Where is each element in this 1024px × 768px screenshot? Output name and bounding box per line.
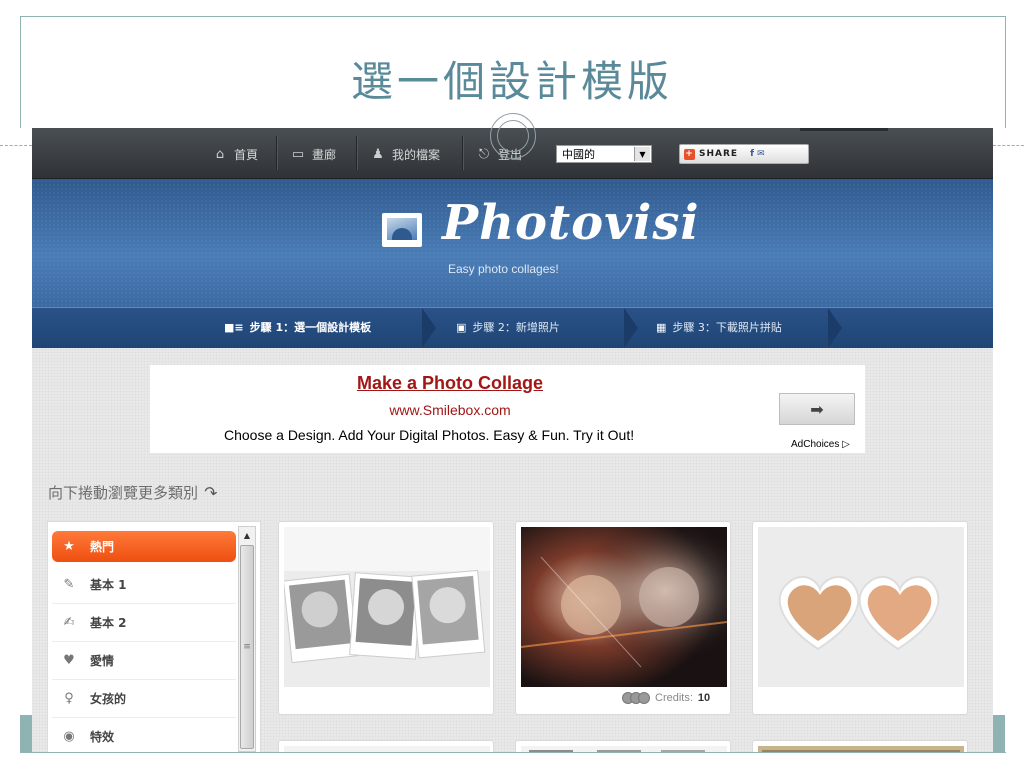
template-card-row2[interactable]: [278, 740, 494, 752]
template-thumbnail[interactable]: [284, 527, 490, 687]
step-chevron: [624, 308, 638, 348]
nav-my-profile[interactable]: ♟ 我的檔案: [370, 145, 440, 163]
category-effects[interactable]: ◉ 特效: [52, 718, 236, 752]
credits-info: Credits: 10: [622, 692, 711, 704]
nav-separator: [356, 136, 358, 170]
category-label: 愛情: [90, 654, 115, 668]
step-2-label: 步驟 2：新增照片: [472, 321, 560, 334]
list-icon: ■≡: [224, 320, 244, 334]
ad-banner[interactable]: Make a Photo Collage www.Smilebox.com Ch…: [150, 365, 865, 453]
scroll-thumb[interactable]: ≡: [240, 545, 254, 749]
credits-value: 10: [697, 692, 711, 704]
category-popular[interactable]: ★ 熱門: [52, 531, 236, 562]
language-value: 中國的: [562, 148, 595, 161]
credits-label: Credits:: [655, 692, 693, 704]
slide-divider-left: [0, 145, 32, 146]
template-card-row2[interactable]: [515, 740, 731, 752]
nav-home[interactable]: ⌂ 首頁: [212, 145, 258, 163]
title-ornament: [490, 113, 536, 159]
template-thumbnail[interactable]: [758, 527, 964, 687]
ad-title-link[interactable]: Make a Photo Collage: [150, 373, 750, 394]
category-label: 基本 1: [90, 578, 127, 592]
main-content: Make a Photo Collage www.Smilebox.com Ch…: [32, 348, 993, 752]
category-label: 特效: [90, 730, 115, 744]
scroll-up-icon[interactable]: ▲: [239, 527, 255, 543]
category-basic-2[interactable]: ✍ 基本 2: [52, 604, 236, 642]
template-card-effects[interactable]: Credits: 10: [515, 521, 731, 715]
slide-divider-right: [993, 145, 1024, 146]
arrow-right-icon: ➡: [810, 399, 824, 419]
category-panel: ★ 熱門 ✎ 基本 1 ✍ 基本 2 ♥ 愛情 ♀ 女孩的 ◉ 特效 ▲ ≡: [47, 521, 261, 752]
category-love[interactable]: ♥ 愛情: [52, 642, 236, 680]
category-girls[interactable]: ♀ 女孩的: [52, 680, 236, 718]
nav-separator: [276, 136, 278, 170]
scroll-hint: 向下捲動瀏覽更多類別 ↷: [48, 481, 219, 504]
slide-title: 選一個設計模版: [350, 57, 673, 106]
curved-arrow-icon: ↷: [202, 481, 219, 504]
category-scrollbar[interactable]: ▲ ≡: [238, 526, 256, 752]
share-label: SHARE: [699, 149, 739, 159]
chevron-down-icon[interactable]: ▼: [634, 147, 650, 161]
step-chevron: [828, 308, 842, 348]
step-3-label: 步驟 3：下載照片拼貼: [672, 321, 782, 334]
scroll-hint-label: 向下捲動瀏覽更多類別: [48, 484, 199, 502]
site-logo[interactable]: Photovisi: [442, 195, 700, 251]
girl-icon: ♀: [64, 691, 74, 706]
category-list: ★ 熱門 ✎ 基本 1 ✍ 基本 2 ♥ 愛情 ♀ 女孩的 ◉ 特效: [48, 522, 236, 752]
ad-choices[interactable]: AdChoices ▷: [791, 439, 850, 450]
template-thumbnail[interactable]: [521, 527, 727, 687]
slide-accent-right: [993, 715, 1005, 753]
star-icon: ★: [63, 539, 75, 554]
template-card-row2[interactable]: [752, 740, 968, 752]
ad-arrow-button[interactable]: ➡: [779, 393, 855, 425]
topnav-tab: [800, 128, 888, 131]
site-header: Photovisi Easy photo collages!: [32, 179, 993, 307]
category-basic-1[interactable]: ✎ 基本 1: [52, 566, 236, 604]
step-2[interactable]: ▣ 步驟 2：新增照片: [456, 319, 560, 335]
category-label: 女孩的: [90, 692, 127, 706]
slide-frame-bottom: [20, 752, 1006, 753]
category-label: 基本 2: [90, 616, 127, 630]
home-icon: ⌂: [215, 146, 225, 162]
site-tagline: Easy photo collages!: [448, 262, 559, 276]
step-bar: ■≡ 步驟 1：選一個設計模板 ▣ 步驟 2：新增照片 ▦ 步驟 3：下載照片拼…: [32, 307, 993, 348]
coins-icon: [622, 692, 650, 704]
nav-home-label: 首頁: [234, 147, 259, 162]
step-chevron: [422, 308, 436, 348]
website-screenshot: ⌂ 首頁 ▭ 畫廊 ♟ 我的檔案 ⎋ 登出 中國的 ▼ + SHARE f ✉: [32, 128, 993, 752]
eye-icon: ◉: [63, 729, 75, 744]
photo-logo-icon[interactable]: [382, 213, 422, 247]
nav-profile-label: 我的檔案: [392, 147, 441, 162]
nav-separator: [462, 136, 464, 170]
template-card-hearts[interactable]: [752, 521, 968, 715]
gallery-icon: ▭: [291, 146, 305, 162]
pencil-icon: ✎: [63, 577, 75, 592]
nav-gallery[interactable]: ▭ 畫廊: [290, 145, 336, 163]
ad-description: Choose a Design. Add Your Digital Photos…: [224, 427, 635, 443]
language-select[interactable]: 中國的 ▼: [556, 145, 652, 163]
social-icons: f ✉: [750, 149, 765, 159]
template-card-polaroid[interactable]: [278, 521, 494, 715]
edit-icon: ✍: [63, 615, 75, 630]
film-icon: ▦: [656, 320, 667, 334]
user-icon: ♟: [372, 146, 384, 162]
category-label: 熱門: [90, 540, 115, 554]
nav-gallery-label: 畫廊: [312, 147, 337, 162]
add-photo-icon: ▣: [456, 320, 467, 334]
step-1[interactable]: ■≡ 步驟 1：選一個設計模板: [224, 319, 371, 335]
plus-icon: +: [684, 148, 695, 160]
slide-accent-left: [20, 715, 32, 753]
share-button[interactable]: + SHARE f ✉: [679, 144, 809, 164]
step-1-label: 步驟 1：選一個設計模板: [249, 321, 372, 334]
logout-icon: ⎋: [478, 146, 490, 162]
heart-icon: ♥: [63, 653, 75, 668]
ad-url[interactable]: www.Smilebox.com: [150, 402, 750, 418]
step-3[interactable]: ▦ 步驟 3：下載照片拼貼: [656, 319, 782, 335]
